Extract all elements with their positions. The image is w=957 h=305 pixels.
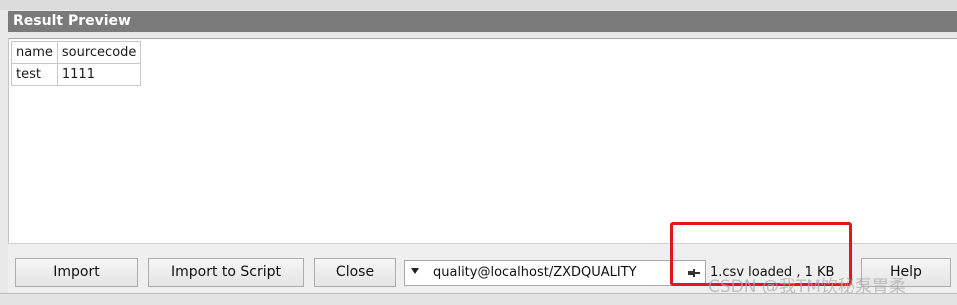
column-header-sourcecode[interactable]: sourcecode bbox=[56, 41, 142, 64]
close-button[interactable]: Close bbox=[314, 258, 396, 287]
import-button[interactable]: Import bbox=[15, 258, 138, 287]
preview-table: name sourcecode test 1111 bbox=[11, 41, 142, 86]
result-preview-area: name sourcecode test 1111 bbox=[8, 38, 957, 243]
dropdown-arrow-icon[interactable] bbox=[411, 268, 419, 274]
file-status-text: 1.csv loaded , 1 KB bbox=[710, 265, 835, 280]
column-header-name[interactable]: name bbox=[11, 41, 58, 64]
result-preview-header: Result Preview bbox=[8, 11, 957, 32]
cell-name[interactable]: test bbox=[11, 63, 58, 86]
window-bottom-border bbox=[0, 293, 957, 305]
pin-icon[interactable] bbox=[687, 266, 701, 280]
table-row[interactable]: test 1111 bbox=[11, 63, 142, 86]
import-to-script-button[interactable]: Import to Script bbox=[148, 258, 304, 287]
connection-select[interactable]: quality@localhost/ZXDQUALITY bbox=[404, 260, 706, 286]
connection-select-value: quality@localhost/ZXDQUALITY bbox=[433, 265, 637, 280]
help-button[interactable]: Help bbox=[861, 258, 951, 287]
table-header-row: name sourcecode bbox=[11, 41, 142, 64]
cell-sourcecode[interactable]: 1111 bbox=[56, 63, 142, 86]
